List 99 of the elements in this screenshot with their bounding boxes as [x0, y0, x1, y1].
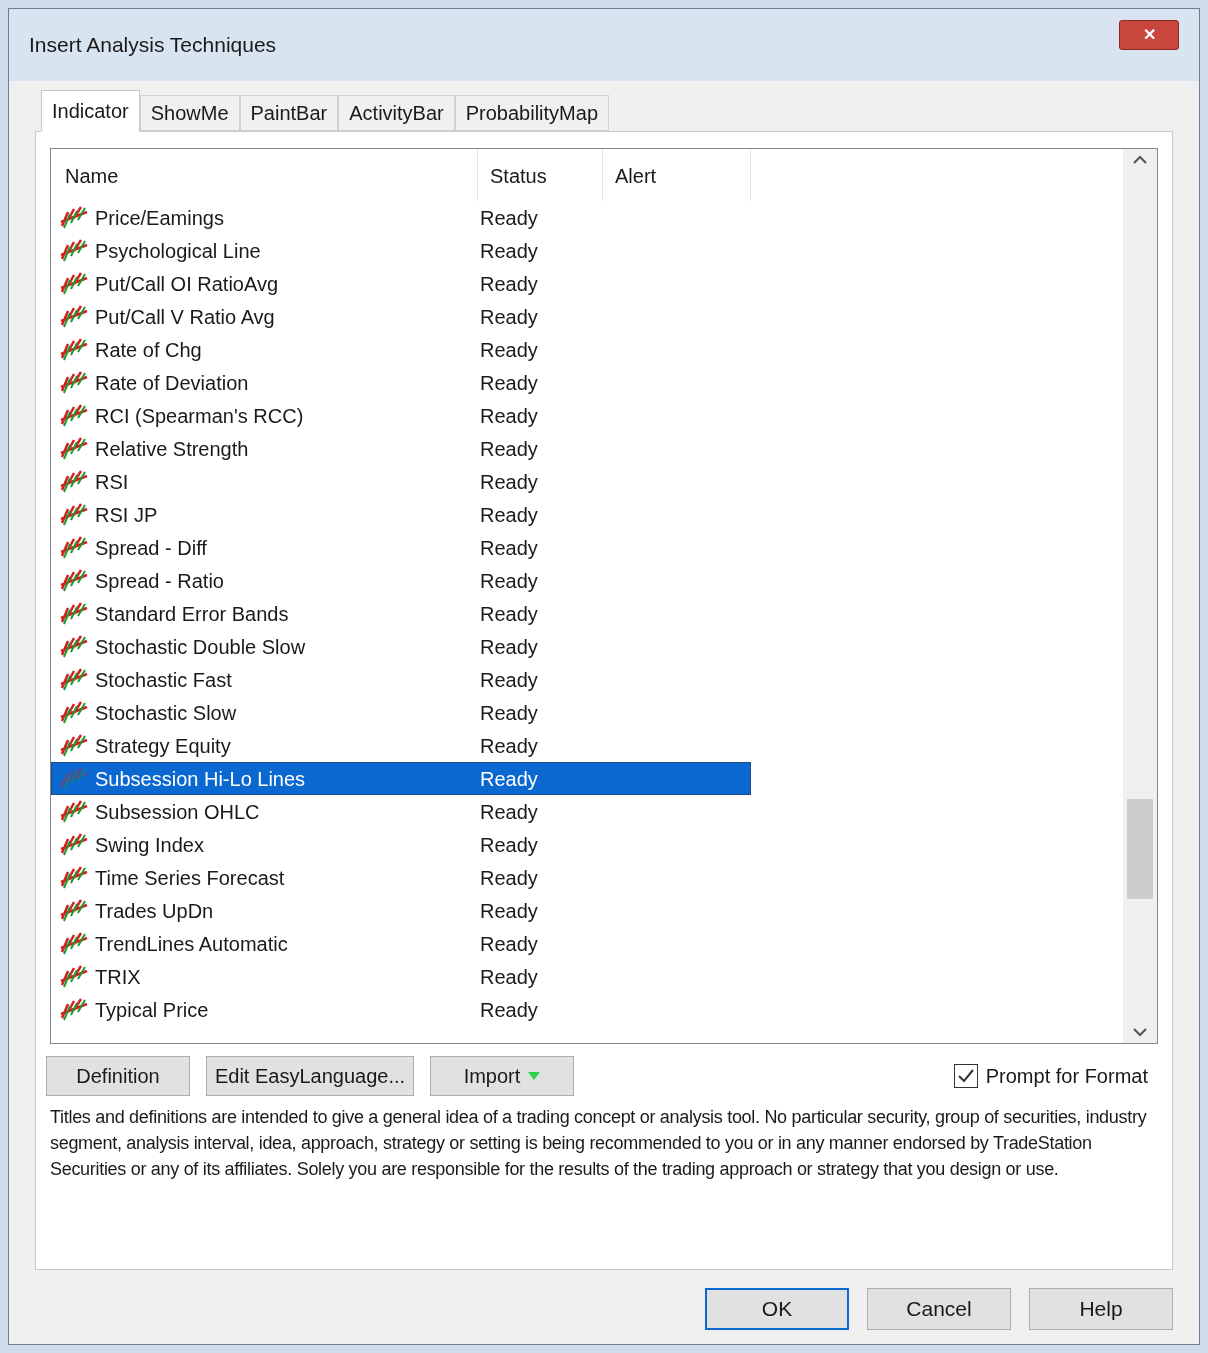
- row-name: Rate of Chg: [95, 337, 202, 363]
- cancel-button[interactable]: Cancel: [867, 1288, 1011, 1330]
- row-name: RSI JP: [95, 502, 158, 528]
- row-name: Subsession OHLC: [95, 799, 260, 825]
- list-row[interactable]: Spread - Ratio Ready: [51, 564, 751, 597]
- list-row[interactable]: TrendLines Automatic Ready: [51, 927, 751, 960]
- checkbox-label: Prompt for Format: [985, 1064, 1148, 1089]
- dropdown-arrow-icon: [528, 1072, 541, 1080]
- list-row[interactable]: Stochastic Fast Ready: [51, 663, 751, 696]
- list-row[interactable]: Price/Eamings Ready: [51, 201, 751, 234]
- row-name: Typical Price: [95, 997, 209, 1023]
- row-name: Stochastic Slow: [95, 700, 237, 726]
- tab[interactable]: PaintBar: [239, 95, 339, 131]
- list-row[interactable]: Trades UpDn Ready: [51, 894, 751, 927]
- list-row[interactable]: Psychological Line Ready: [51, 234, 751, 267]
- row-status: Ready: [479, 634, 538, 660]
- row-status: Ready: [479, 304, 538, 330]
- help-button[interactable]: Help: [1029, 1288, 1173, 1330]
- scroll-down-icon[interactable]: [1133, 1027, 1147, 1037]
- row-status: Ready: [479, 436, 538, 462]
- row-name: Stochastic Double Slow: [95, 634, 306, 660]
- row-name: Standard Error Bands: [95, 601, 289, 627]
- ok-button[interactable]: OK: [705, 1288, 849, 1330]
- list-row[interactable]: Put/Call OI RatioAvg Ready: [51, 267, 751, 300]
- tab[interactable]: ActivityBar: [338, 95, 455, 131]
- row-status: Ready: [479, 667, 538, 693]
- row-name: Psychological Line: [95, 238, 261, 264]
- window-title: Insert Analysis Techniques: [29, 32, 277, 59]
- row-status: Ready: [479, 271, 538, 297]
- row-name: RCI (Spearman's RCC): [95, 403, 304, 429]
- row-name: Price/Eamings: [95, 205, 224, 231]
- list-row[interactable]: RSI JP Ready: [51, 498, 751, 531]
- row-name: TRIX: [95, 964, 141, 990]
- row-name: Relative Strength: [95, 436, 249, 462]
- list-row[interactable]: Stochastic Double Slow Ready: [51, 630, 751, 663]
- row-status: Ready: [479, 601, 538, 627]
- row-name: Time Series Forecast: [95, 865, 285, 891]
- list-row[interactable]: TRIX Ready: [51, 960, 751, 993]
- row-name: Put/Call V Ratio Avg: [95, 304, 275, 330]
- list-row[interactable]: Subsession OHLC Ready: [51, 795, 751, 828]
- close-button[interactable]: ✕: [1119, 20, 1179, 50]
- list-row[interactable]: Strategy Equity Ready: [51, 729, 751, 762]
- edit-button[interactable]: Edit EasyLanguage...: [206, 1056, 414, 1096]
- list-row[interactable]: Rate of Chg Ready: [51, 333, 751, 366]
- row-status: Ready: [479, 568, 538, 594]
- list-row[interactable]: Rate of Deviation Ready: [51, 366, 751, 399]
- checkbox[interactable]: [953, 1064, 978, 1088]
- list-row[interactable]: Time Series Forecast Ready: [51, 861, 751, 894]
- row-status: Ready: [479, 766, 538, 792]
- row-name: Trades UpDn: [95, 898, 214, 924]
- row-name: TrendLines Automatic: [95, 931, 288, 957]
- row-status: Ready: [479, 403, 538, 429]
- row-status: Ready: [479, 865, 538, 891]
- row-name: Spread - Diff: [95, 535, 207, 561]
- column-header[interactable]: Alert: [603, 149, 751, 201]
- row-status: Ready: [479, 370, 538, 396]
- row-name: Stochastic Fast: [95, 667, 232, 693]
- definition-button[interactable]: Definition: [46, 1056, 190, 1096]
- row-status: Ready: [479, 700, 538, 726]
- list-row[interactable]: Stochastic Slow Ready: [51, 696, 751, 729]
- row-status: Ready: [479, 535, 538, 561]
- tab[interactable]: ProbabilityMap: [454, 95, 609, 131]
- row-name: Swing Index: [95, 832, 204, 858]
- row-status: Ready: [479, 469, 538, 495]
- row-status: Ready: [479, 733, 538, 759]
- row-name: RSI: [95, 469, 129, 495]
- row-name: Subsession Hi-Lo Lines: [95, 766, 306, 792]
- list-row[interactable]: Swing Index Ready: [51, 828, 751, 861]
- scrollbar[interactable]: [1123, 149, 1157, 1043]
- list-row[interactable]: Put/Call V Ratio Avg Ready: [51, 300, 751, 333]
- list-row[interactable]: RCI (Spearman's RCC) Ready: [51, 399, 751, 432]
- tab[interactable]: ShowMe: [139, 95, 240, 131]
- row-name: Put/Call OI RatioAvg: [95, 271, 279, 297]
- list-row[interactable]: RSI Ready: [51, 465, 751, 498]
- column-header[interactable]: Status: [478, 149, 603, 201]
- row-status: Ready: [479, 238, 538, 264]
- row-name: Rate of Deviation: [95, 370, 249, 396]
- row-status: Ready: [479, 898, 538, 924]
- import-button[interactable]: Import: [430, 1056, 574, 1096]
- list-row[interactable]: Standard Error Bands Ready: [51, 597, 751, 630]
- row-status: Ready: [479, 205, 538, 231]
- scroll-up-icon[interactable]: [1133, 155, 1147, 165]
- row-status: Ready: [479, 964, 538, 990]
- scroll-thumb[interactable]: [1127, 799, 1153, 899]
- list-row[interactable]: Relative Strength Ready: [51, 432, 751, 465]
- row-status: Ready: [479, 502, 538, 528]
- disclaimer-text: Titles and definitions are intended to give a general idea of a trading concept or analysis tool. No particular security, group of securities, industry segment, analysis interval, idea, approach, strategy or setting is being recommended to you or in any manner endorsed by TradeStation Securities or any of its affiliates. Solely you are responsible for the results of the trading approach or strategy that you design or use.: [50, 1106, 1148, 1181]
- list-row[interactable]: Spread - Diff Ready: [51, 531, 751, 564]
- row-status: Ready: [479, 997, 538, 1023]
- row-status: Ready: [479, 337, 538, 363]
- row-name: Spread - Ratio: [95, 568, 224, 594]
- column-header[interactable]: Name: [51, 149, 478, 201]
- row-name: Strategy Equity: [95, 733, 231, 759]
- list-row[interactable]: Subsession Hi-Lo Lines Ready: [51, 762, 751, 795]
- row-status: Ready: [479, 931, 538, 957]
- list-row[interactable]: Typical Price Ready: [51, 993, 751, 1026]
- row-status: Ready: [479, 799, 538, 825]
- tab[interactable]: Indicator: [41, 90, 140, 132]
- row-status: Ready: [479, 832, 538, 858]
